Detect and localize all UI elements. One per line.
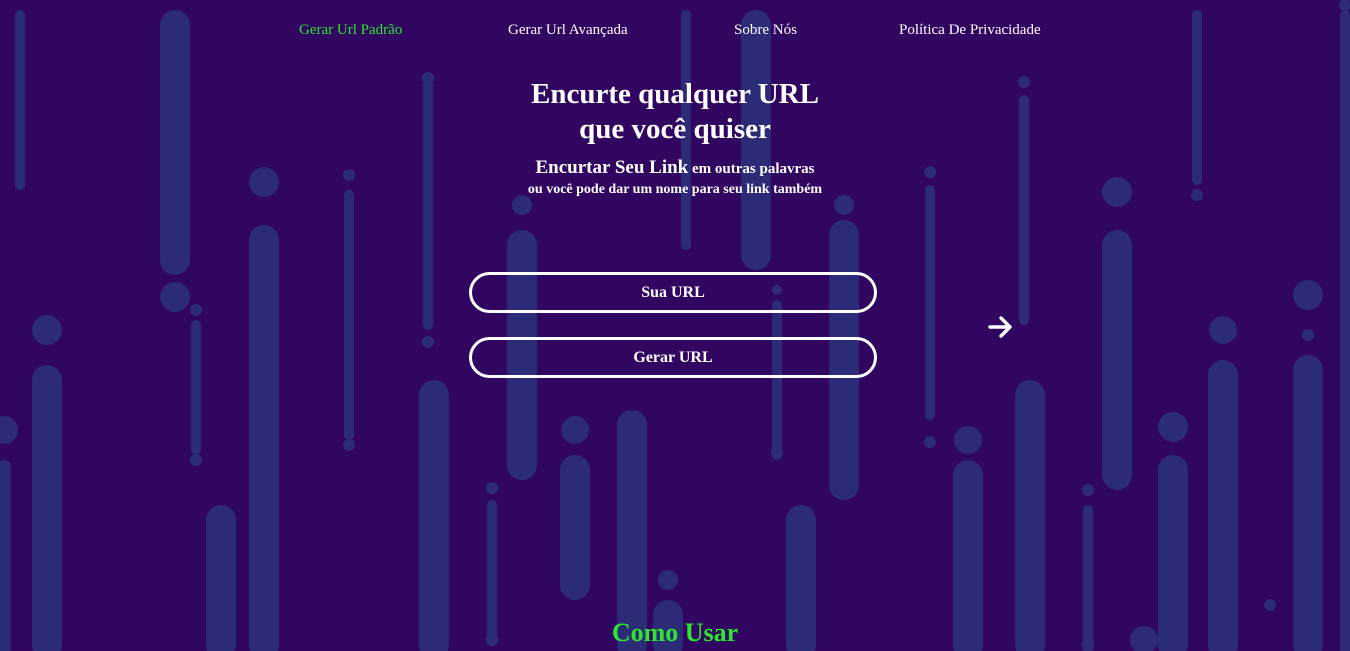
- background-dot: [190, 304, 202, 316]
- nav-gerar-url-padrao[interactable]: Gerar Url Padrão: [299, 22, 402, 39]
- background-bar: [1208, 360, 1238, 651]
- nav-politica-privacidade[interactable]: Política De Privacidade: [899, 22, 1041, 39]
- background-dot: [834, 195, 854, 215]
- background-dot: [1082, 484, 1094, 496]
- background-dot: [771, 447, 783, 459]
- background-dot: [1158, 412, 1188, 442]
- background-dot: [343, 439, 355, 451]
- background-bar: [344, 190, 354, 440]
- background-dot: [1339, 0, 1350, 11]
- background-dot: [1209, 316, 1237, 344]
- hero-subtitle-line2: ou você pode dar um nome para seu link t…: [527, 182, 823, 197]
- background-bar: [772, 300, 782, 460]
- background-dot: [190, 454, 202, 466]
- background-dot: [924, 436, 936, 448]
- background-bar: [1015, 380, 1045, 651]
- background-dot: [486, 482, 498, 494]
- background-dot: [32, 315, 62, 345]
- background-dot: [954, 426, 982, 454]
- background-bar: [1293, 355, 1323, 651]
- background-dot: [1102, 452, 1132, 482]
- background-bar: [1102, 230, 1132, 490]
- hero-subtitle: Encurtar Seu Link em outras palavras: [0, 157, 1350, 179]
- background-dot: [1264, 599, 1276, 611]
- top-nav: Gerar Url Padrão Gerar Url Avançada Sobr…: [0, 22, 1350, 42]
- arrow-right-icon[interactable]: [987, 314, 1015, 340]
- background-bar: [617, 410, 647, 651]
- background-bar: [925, 185, 935, 420]
- subtitle-rest: em outras palavras: [688, 161, 815, 177]
- background-dot: [512, 195, 532, 215]
- nav-gerar-url-avancada[interactable]: Gerar Url Avançada: [508, 22, 628, 39]
- background-dot: [160, 282, 190, 312]
- background-bar: [32, 365, 62, 651]
- url-input[interactable]: [469, 272, 877, 313]
- hero-title-line2: que você quiser: [579, 113, 771, 145]
- nav-sobre-nos[interactable]: Sobre Nós: [734, 22, 797, 39]
- background-bar: [560, 455, 590, 600]
- background-bar: [419, 380, 449, 651]
- page: Gerar Url Padrão Gerar Url Avançada Sobr…: [0, 0, 1350, 651]
- background-dot: [422, 336, 434, 348]
- background-bar: [191, 320, 201, 455]
- background-dot: [658, 570, 678, 590]
- background-dot: [1293, 280, 1323, 310]
- background-dot: [561, 416, 589, 444]
- generate-url-button[interactable]: Gerar URL: [469, 337, 877, 378]
- how-to-title: Como Usar: [611, 618, 739, 647]
- background-dot: [1302, 329, 1314, 341]
- hero-title-line1: Encurte qualquer URL: [531, 78, 819, 110]
- background-bar: [249, 225, 279, 651]
- subtitle-emphasis: Encurtar Seu Link: [535, 157, 689, 178]
- background-dot: [0, 416, 18, 444]
- hero-title: Encurte qualquer URL que você quiser: [0, 77, 1350, 147]
